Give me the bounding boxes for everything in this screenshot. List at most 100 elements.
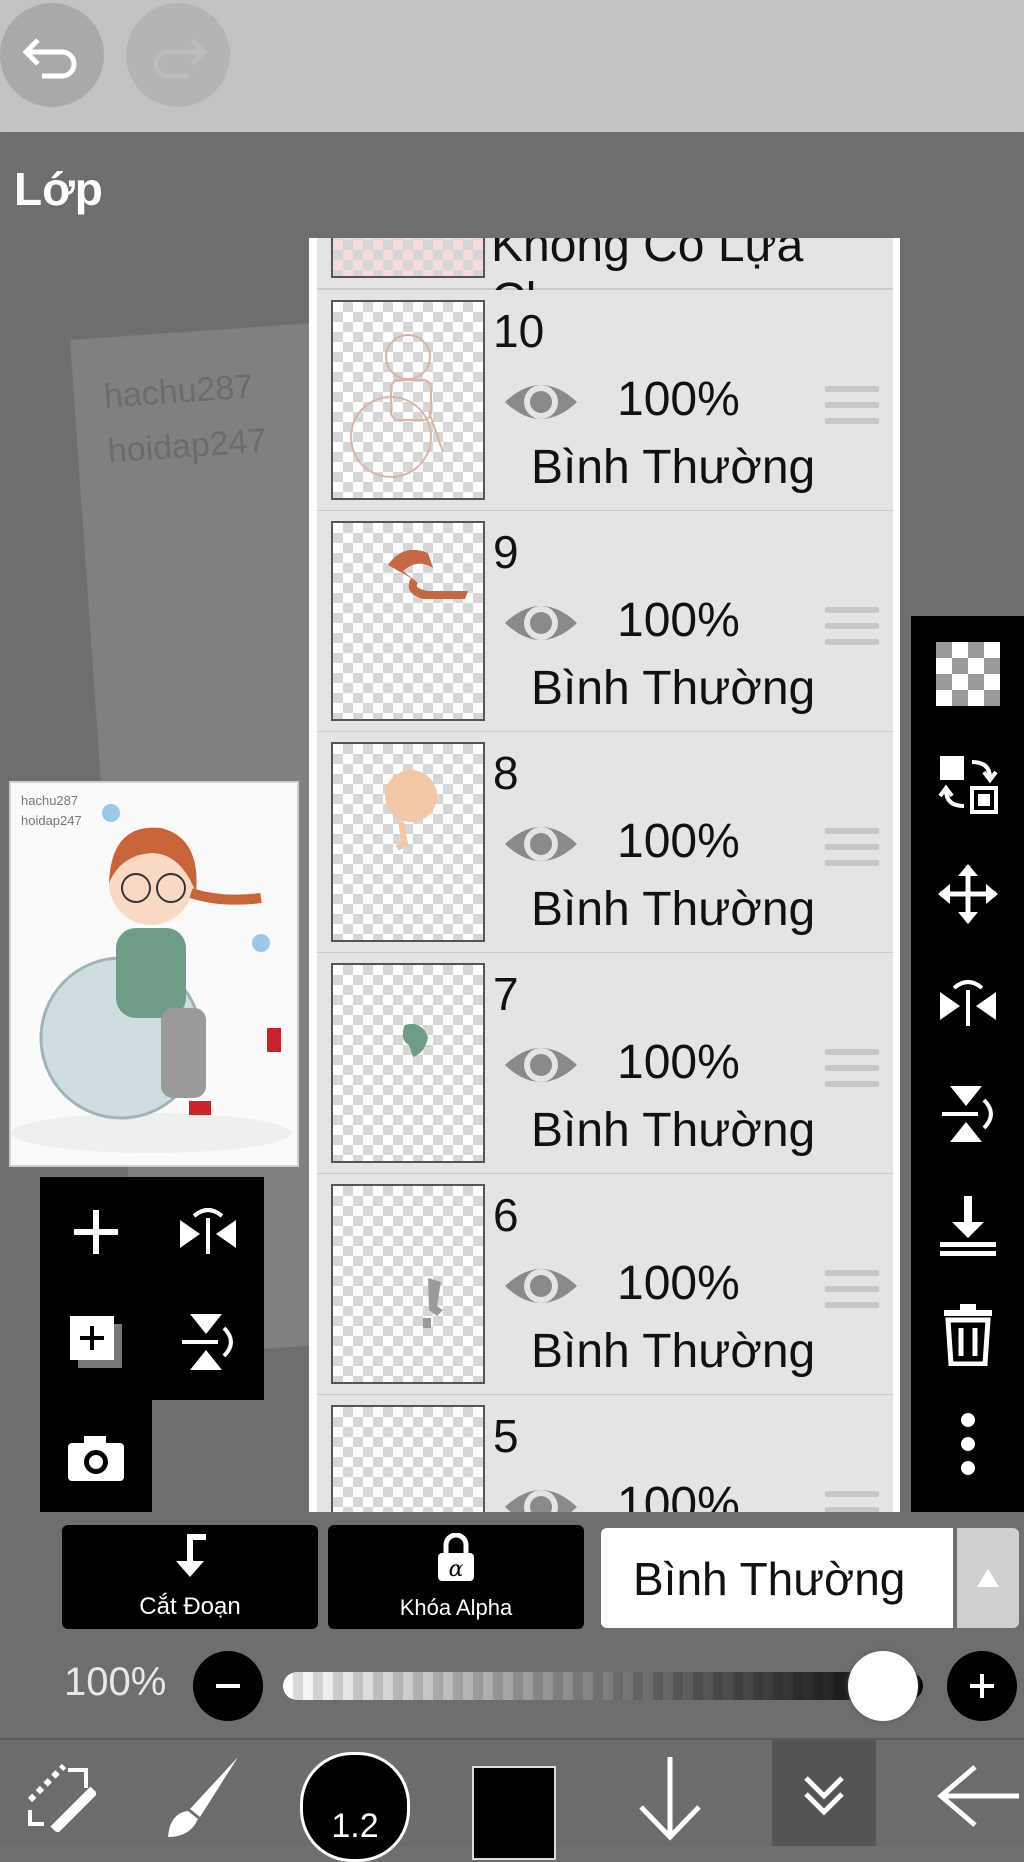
layer-opacity: 100% [617,373,740,426]
blend-mode-select[interactable]: Bình Thường [601,1528,953,1628]
layer-opacity: 100% [617,1036,740,1089]
layer-row-9[interactable]: 9 100% Bình Thường [317,511,893,734]
layer-number: 9 [493,526,519,578]
layer-row-selection[interactable]: Không Có Lựa Chọn [317,238,893,327]
layer-thumbnail [331,1184,485,1384]
opacity-slider-knob[interactable] [848,1651,918,1721]
layer-row-8[interactable]: 8 100% Bình Thường [317,732,893,955]
flip-vertical-button[interactable] [911,1059,1024,1169]
bottom-toolbar: 1.2 [0,1738,1024,1862]
flip-horizontal-button[interactable] [160,1184,256,1280]
blend-mode-value: Bình Thường [633,1553,906,1605]
canvas-watermark: hachu287 [102,367,255,416]
svg-text:α: α [449,1557,464,1582]
copy-layer-icon [70,1316,122,1368]
drag-handle[interactable] [825,1270,879,1318]
transform-tool-button[interactable] [10,1748,110,1844]
layer-row-7[interactable]: 7 100% Bình Thường [317,953,893,1176]
move-button[interactable] [911,839,1024,949]
flip-horizontal-button[interactable] [911,949,1024,1059]
eye-icon [505,827,577,861]
drag-handle[interactable] [825,607,879,655]
merge-down-button[interactable] [911,1169,1024,1279]
brush-size-button[interactable]: 1.2 [300,1752,410,1862]
layer-number: 8 [493,747,519,799]
alpha-lock-label: Khóa Alpha [399,1595,513,1620]
canvas-watermark: hoidap247 [106,421,268,471]
flip-horizontal-icon [939,980,996,1026]
alpha-lock-button[interactable]: α Khóa Alpha [328,1525,584,1629]
drag-handle[interactable] [825,1491,879,1512]
eye-icon [505,385,577,419]
visibility-toggle[interactable] [501,814,581,879]
back-button[interactable] [930,1748,1024,1844]
visibility-toggle[interactable] [501,372,581,437]
layer-list[interactable]: Không Có Lựa Chọn 10 100% Bình Thường 9 … [309,238,900,1512]
drag-handle[interactable] [825,1049,879,1097]
drag-handle[interactable] [825,828,879,876]
flip-vertical-icon [941,1086,993,1142]
layer-opacity: 100% [617,1478,740,1512]
opacity-decrease-button[interactable] [193,1651,263,1721]
layer-thumbnail [331,1405,485,1512]
more-icon [960,1413,975,1475]
layer-row-6[interactable]: 6 100% Bình Thường [317,1174,893,1397]
color-swatch-button[interactable] [472,1766,556,1860]
minus-icon [216,1684,240,1688]
layer-row-10[interactable]: 10 100% Bình Thường [317,290,893,513]
arrow-down-icon [639,1757,701,1841]
eye-icon [505,1490,577,1512]
layer-blend-mode: Bình Thường [531,1104,816,1157]
layer-number: 10 [493,305,545,357]
layer-thumbnail [331,300,485,500]
layer-opacity: 100% [617,594,740,647]
new-transparent-layer-button[interactable] [911,619,1024,729]
visibility-toggle[interactable] [501,1035,581,1100]
opacity-increase-button[interactable] [947,1651,1017,1721]
canvas-preview[interactable]: hachu287 hoidap247 [9,781,299,1167]
layer-panel-toggle-button[interactable] [772,1740,876,1846]
clipping-button[interactable]: Cắt Đoạn [62,1525,318,1629]
checker-icon [935,642,1000,706]
eye-icon [505,606,577,640]
layer-number: 6 [493,1189,519,1241]
swap-layer-button[interactable] [911,729,1024,839]
blend-mode-dropdown[interactable] [957,1528,1019,1628]
drag-handle[interactable] [825,386,879,434]
camera-button[interactable] [48,1410,144,1506]
copy-layer-button[interactable] [48,1294,144,1390]
eye-icon [505,1048,577,1082]
layer-blend-mode: Bình Thường [531,662,816,715]
layer-thumbnail [331,238,485,278]
opacity-slider[interactable] [283,1672,923,1700]
flip-vertical-button[interactable] [160,1294,256,1390]
triangle-up-icon [977,1569,999,1587]
layer-opacity: 100% [617,815,740,868]
top-bar [0,0,1024,132]
layer-number: 5 [493,1410,519,1462]
delete-layer-button[interactable] [911,1279,1024,1389]
brush-tool-button[interactable] [150,1748,250,1844]
visibility-toggle[interactable] [501,593,581,658]
layer-thumbnail [331,963,485,1163]
layer-thumbnail [331,742,485,942]
layer-down-button[interactable] [620,1748,720,1844]
visibility-toggle[interactable] [501,1256,581,1321]
add-layer-button[interactable] [48,1184,144,1280]
camera-icon [68,1436,124,1481]
trash-icon [943,1304,992,1366]
back-arrow-icon [937,1765,1019,1827]
transform-tool-icon [27,1763,96,1832]
lock-icon: α [438,1533,474,1582]
more-options-button[interactable] [911,1389,1024,1499]
brush-size-value: 1.2 [331,1807,379,1845]
visibility-toggle[interactable] [501,1477,581,1512]
layer-row-5[interactable]: 5 100% [317,1395,893,1512]
brush-icon [168,1757,238,1837]
redo-icon [153,38,208,79]
undo-button[interactable] [0,3,104,107]
double-chevron-icon [804,1776,844,1816]
redo-button[interactable] [126,3,230,107]
move-icon [937,864,998,924]
flip-vertical-icon [182,1314,233,1370]
